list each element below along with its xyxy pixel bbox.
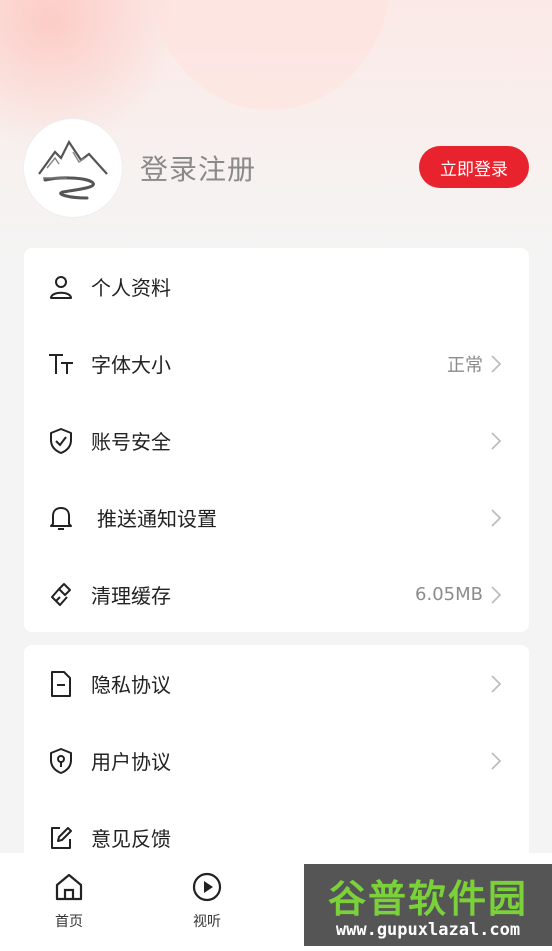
legal-item-label: 意见反馈 <box>91 827 171 851</box>
settings-item-account-security[interactable]: 账号安全 <box>24 402 529 479</box>
settings-item-label: 字体大小 <box>91 353 171 377</box>
login-register-link[interactable]: 登录注册 <box>140 148 256 188</box>
chevron-right-icon <box>491 674 502 693</box>
avatar[interactable] <box>24 119 122 217</box>
home-icon <box>55 873 83 901</box>
tab-label: 首页 <box>55 914 83 930</box>
tab-label: 视听 <box>193 914 221 930</box>
settings-item-push-notification[interactable]: 推送通知设置 <box>24 479 529 556</box>
shield-check-icon <box>47 427 75 455</box>
play-icon <box>192 872 222 902</box>
document-icon <box>47 670 75 698</box>
cache-size-value: 6.05MB <box>415 584 483 605</box>
settings-item-label: 账号安全 <box>91 430 171 454</box>
login-button[interactable]: 立即登录 <box>419 146 529 188</box>
legal-item-privacy[interactable]: 隐私协议 <box>24 645 529 722</box>
user-icon <box>47 273 75 301</box>
legal-item-label: 用户协议 <box>91 750 171 774</box>
landscape-logo-icon <box>38 139 108 200</box>
settings-item-label: 推送通知设置 <box>97 507 217 531</box>
brush-icon <box>47 581 75 609</box>
settings-item-clear-cache[interactable]: 清理缓存 6.05MB <box>24 556 529 633</box>
watermark-title: 谷普软件园 <box>327 877 528 921</box>
settings-item-label: 清理缓存 <box>91 584 171 608</box>
legal-item-label: 隐私协议 <box>91 673 171 697</box>
chevron-right-icon <box>491 354 502 373</box>
chevron-right-icon <box>491 431 502 450</box>
legal-item-user-agreement[interactable]: 用户协议 <box>24 722 529 799</box>
tab-home[interactable]: 首页 <box>29 853 109 951</box>
chevron-right-icon <box>491 751 502 770</box>
edit-icon <box>47 824 75 852</box>
settings-item-profile[interactable]: 个人资料 <box>24 248 529 325</box>
font-size-value: 正常 <box>447 354 483 376</box>
settings-item-label: 个人资料 <box>91 276 171 300</box>
font-size-icon <box>47 350 75 378</box>
bell-icon <box>47 504 75 532</box>
chevron-right-icon <box>491 585 502 604</box>
settings-item-font-size[interactable]: 字体大小 正常 <box>24 325 529 402</box>
tab-audio-video[interactable]: 视听 <box>167 853 247 951</box>
decorative-glow <box>150 0 390 110</box>
watermark-overlay: 谷普软件园 www.gupuxlazal.com <box>304 864 552 946</box>
watermark-url: www.gupuxlazal.com <box>335 920 521 940</box>
chevron-right-icon <box>491 508 502 527</box>
legal-card: 隐私协议 用户协议 意见反馈 <box>24 645 529 865</box>
shield-lock-icon <box>47 747 75 775</box>
settings-card: 个人资料 字体大小 正常 账号安全 推送通知设置 清理缓存 6.05MB <box>24 248 529 632</box>
